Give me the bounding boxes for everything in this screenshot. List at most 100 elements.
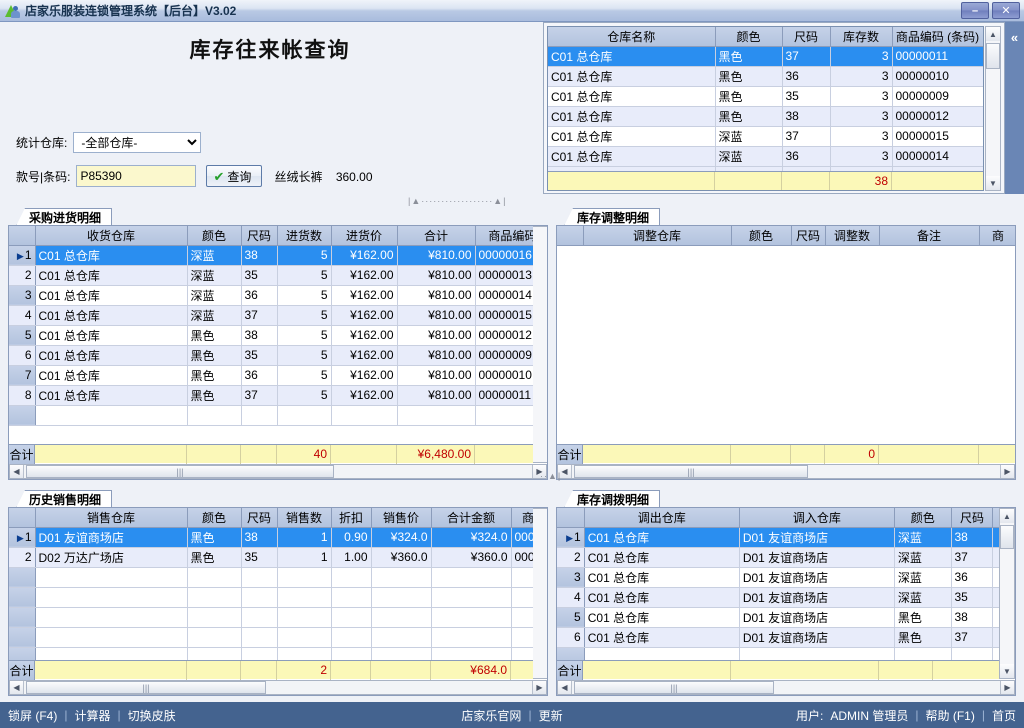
- table-row[interactable]: ▶1D01 友谊商场店黑色3810.90¥324.0¥324.00000001: [9, 527, 533, 548]
- column-header[interactable]: 颜色: [731, 226, 792, 246]
- table-row[interactable]: 3 C01 总仓库 深蓝 36 5 ¥162.00 ¥810.00 00000014: [9, 285, 533, 306]
- table-row[interactable]: C01 总仓库 深蓝 37 3 00000015: [548, 126, 983, 147]
- scroll-down-icon[interactable]: ▼: [986, 176, 1000, 190]
- column-header[interactable]: 合计: [397, 226, 476, 246]
- scroll-thumb[interactable]: |||: [26, 465, 334, 478]
- collapse-panel-button[interactable]: «: [1005, 22, 1024, 194]
- code-input[interactable]: [76, 165, 197, 187]
- tab-purchase-detail[interactable]: 采购进货明细: [16, 208, 113, 226]
- column-header[interactable]: 尺码: [241, 508, 278, 528]
- column-header[interactable]: 销售数: [277, 508, 332, 528]
- query-button[interactable]: ✔ 查询: [206, 165, 263, 187]
- table-row[interactable]: C01 总仓库 黑色 35 3 00000009: [548, 86, 983, 107]
- column-header[interactable]: 调出仓库: [584, 508, 740, 528]
- update-link[interactable]: 更新: [539, 707, 563, 724]
- table-row[interactable]: C01 总仓库 黑色 37 3 00000011: [548, 46, 983, 67]
- table-row[interactable]: 3 C01 总仓库 D01 友谊商场店 深蓝 36: [557, 567, 999, 588]
- sales-vertical-scrollbar[interactable]: [533, 508, 547, 679]
- scroll-track[interactable]: [986, 41, 1000, 176]
- column-header[interactable]: 尺码: [241, 226, 278, 246]
- table-row[interactable]: 2 C01 总仓库 D01 友谊商场店 深蓝 37: [557, 547, 999, 568]
- scroll-track[interactable]: [533, 227, 547, 462]
- column-header[interactable]: 合计金额: [431, 508, 512, 528]
- home-link[interactable]: 首页: [992, 707, 1016, 724]
- column-header[interactable]: 折扣: [331, 508, 372, 528]
- column-header[interactable]: 进货价: [331, 226, 398, 246]
- column-header[interactable]: 尺码: [782, 27, 831, 47]
- scroll-left-icon[interactable]: ◀: [10, 681, 24, 694]
- horizontal-splitter[interactable]: |▲··················▲|: [408, 196, 506, 206]
- table-row[interactable]: C01 总仓库 黑色 38 3 00000012: [548, 106, 983, 127]
- stock-vertical-scrollbar[interactable]: ▲ ▼: [985, 26, 1001, 191]
- column-header[interactable]: 调整数: [825, 226, 880, 246]
- warehouse-select[interactable]: -全部仓库-: [73, 132, 202, 153]
- scroll-right-icon[interactable]: ▶: [1000, 465, 1014, 478]
- table-row[interactable]: C01 总仓库 黑色 36 3 00000010: [548, 66, 983, 87]
- scroll-up-icon[interactable]: ▲: [986, 27, 1000, 41]
- scroll-up-icon[interactable]: ▲: [1000, 509, 1014, 523]
- column-header[interactable]: 调入仓库: [739, 508, 895, 528]
- scroll-thumb[interactable]: [1000, 525, 1014, 549]
- column-header[interactable]: 销售价: [371, 508, 432, 528]
- scroll-right-icon[interactable]: ▶: [532, 681, 546, 694]
- purchase-vertical-scrollbar[interactable]: [533, 226, 547, 463]
- scroll-left-icon[interactable]: ◀: [10, 465, 24, 478]
- sales-horizontal-scrollbar[interactable]: ◀ ||| ▶: [9, 680, 547, 695]
- tab-sales-detail[interactable]: 历史销售明细: [16, 490, 113, 508]
- scroll-down-icon[interactable]: ▼: [1000, 664, 1014, 678]
- table-row[interactable]: C01 总仓库 深蓝 36 3 00000014: [548, 146, 983, 167]
- scroll-left-icon[interactable]: ◀: [558, 681, 572, 694]
- scroll-track[interactable]: |||: [24, 681, 532, 694]
- column-header[interactable]: 商品编码 (条: [475, 226, 533, 246]
- column-header[interactable]: 尺码: [791, 226, 826, 246]
- tab-adjust-detail[interactable]: 库存调整明细: [564, 208, 661, 226]
- close-button[interactable]: ✕: [992, 2, 1020, 19]
- column-header[interactable]: 库存数: [830, 27, 893, 47]
- table-row[interactable]: 5 C01 总仓库 黑色 38 5 ¥162.00 ¥810.00 00000012: [9, 325, 533, 346]
- column-header[interactable]: 颜色: [187, 226, 242, 246]
- table-row[interactable]: 8 C01 总仓库 黑色 37 5 ¥162.00 ¥810.00 00000011: [9, 385, 533, 406]
- table-row[interactable]: 2 C01 总仓库 深蓝 35 5 ¥162.00 ¥810.00 00000013: [9, 265, 533, 286]
- column-header[interactable]: 调整仓库: [583, 226, 732, 246]
- column-header[interactable]: 销售仓库: [35, 508, 188, 528]
- scroll-track[interactable]: [533, 509, 547, 678]
- column-header[interactable]: 颜色: [894, 508, 952, 528]
- table-row[interactable]: ▶1 C01 总仓库 深蓝 38 5 ¥162.00 ¥810.00 00000016: [9, 245, 533, 266]
- adjust-horizontal-scrollbar[interactable]: ◀ ||| ▶: [557, 464, 1015, 479]
- column-header[interactable]: 收货仓库: [35, 226, 188, 246]
- column-header[interactable]: 商: [979, 226, 1015, 246]
- scroll-thumb[interactable]: [986, 43, 1000, 69]
- transfer-vertical-scrollbar[interactable]: ▲ ▼: [999, 508, 1015, 679]
- table-row[interactable]: 6 C01 总仓库 黑色 35 5 ¥162.00 ¥810.00 00000009: [9, 345, 533, 366]
- table-row[interactable]: 6 C01 总仓库 D01 友谊商场店 黑色 37: [557, 627, 999, 648]
- scroll-track[interactable]: [1000, 523, 1014, 664]
- scroll-thumb[interactable]: |||: [574, 465, 808, 478]
- column-header[interactable]: 商品编码 (条码): [892, 27, 983, 47]
- scroll-track[interactable]: |||: [572, 681, 1000, 694]
- table-row[interactable]: 4 C01 总仓库 D01 友谊商场店 深蓝 35: [557, 587, 999, 608]
- table-row[interactable]: ▶1 C01 总仓库 D01 友谊商场店 深蓝 38: [557, 527, 999, 548]
- help-link[interactable]: 帮助 (F1): [926, 707, 975, 724]
- column-header[interactable]: 备注: [879, 226, 980, 246]
- scroll-track[interactable]: |||: [24, 465, 532, 478]
- tab-transfer-detail[interactable]: 库存调拨明细: [564, 490, 661, 508]
- table-row[interactable]: 2D02 万达广场店黑色3511.00¥360.0¥360.00000000: [9, 547, 533, 568]
- column-header[interactable]: 商品编: [511, 508, 533, 528]
- table-row[interactable]: 4 C01 总仓库 深蓝 37 5 ¥162.00 ¥810.00 00000015: [9, 305, 533, 326]
- minimize-button[interactable]: –: [961, 2, 989, 19]
- table-row[interactable]: 7 C01 总仓库 黑色 36 5 ¥162.00 ¥810.00 00000010: [9, 365, 533, 386]
- scroll-track[interactable]: |||: [572, 465, 1000, 478]
- vertical-splitter[interactable]: ··▲|: [540, 471, 561, 481]
- scroll-thumb[interactable]: |||: [26, 681, 266, 694]
- column-header[interactable]: 颜色: [187, 508, 242, 528]
- table-row[interactable]: 5 C01 总仓库 D01 友谊商场店 黑色 38: [557, 607, 999, 628]
- official-site-link[interactable]: 店家乐官网: [461, 707, 521, 724]
- scroll-right-icon[interactable]: ▶: [1000, 681, 1014, 694]
- column-header[interactable]: 颜色: [715, 27, 783, 47]
- column-header[interactable]: 尺码: [951, 508, 994, 528]
- scroll-thumb[interactable]: |||: [574, 681, 774, 694]
- column-header[interactable]: 进货数: [277, 226, 332, 246]
- transfer-horizontal-scrollbar[interactable]: ◀ ||| ▶: [557, 680, 1015, 695]
- purchase-horizontal-scrollbar[interactable]: ◀ ||| ▶: [9, 464, 547, 479]
- column-header[interactable]: 仓库名称: [548, 27, 716, 47]
